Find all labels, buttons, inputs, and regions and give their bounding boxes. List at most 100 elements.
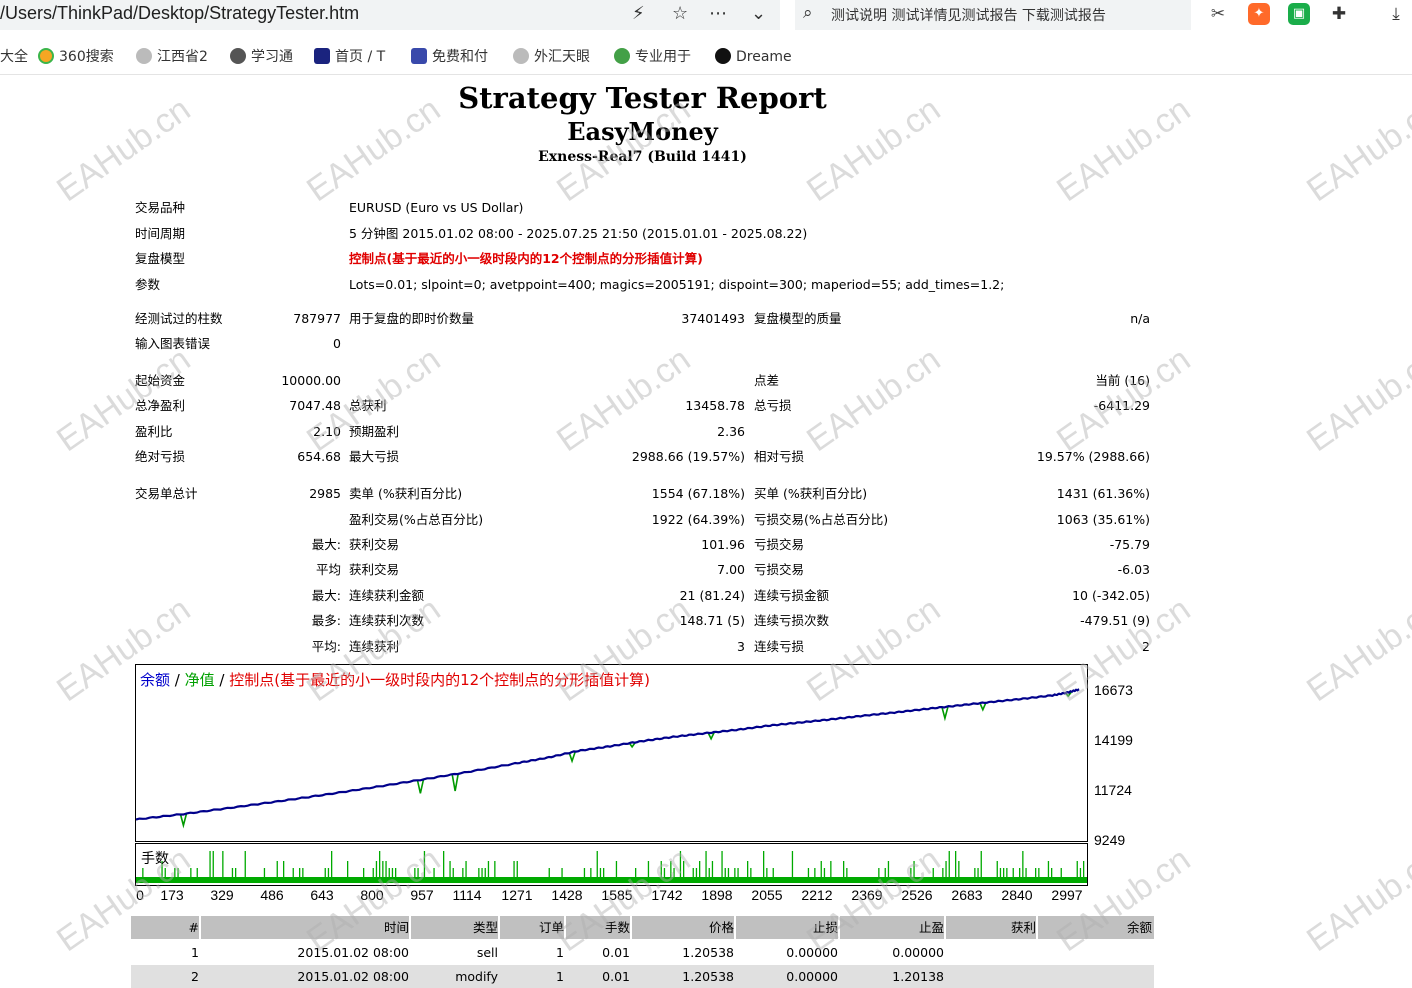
- bookmark-item[interactable]: Dreame: [715, 47, 792, 67]
- x-tick-label: 173: [160, 887, 184, 903]
- abs-drawdown-value: 654.68: [297, 449, 341, 464]
- max-consecutive-loss-value: 10 (-342.05): [1072, 588, 1150, 603]
- search-suggestion: 测试说明 测试详情见测试报告 下载测试报告: [831, 8, 1106, 24]
- more-icon[interactable]: ⋯: [709, 3, 727, 25]
- bookmark-item[interactable]: 首页 / T: [314, 47, 385, 67]
- profit-trades-label: 盈利交易(%占总百分比): [349, 512, 484, 527]
- volume-bar: [955, 851, 957, 877]
- scissors-icon[interactable]: ✂: [1207, 3, 1229, 25]
- bookmark-item[interactable]: 江西省2: [136, 47, 208, 67]
- chevron-down-icon[interactable]: ⌄: [751, 3, 766, 25]
- url-field[interactable]: /Users/ThinkPad/Desktop/StrategyTester.h…: [0, 0, 780, 30]
- avg-consecutive-label: 平均:: [311, 639, 341, 654]
- bookmark-item[interactable]: 360搜索: [38, 47, 114, 67]
- gross-loss-value: -6411.29: [1093, 398, 1150, 413]
- volume-bar: [695, 868, 698, 877]
- bookmark-item[interactable]: 专业用于: [614, 47, 691, 67]
- volume-bar: [481, 868, 483, 877]
- volume-bar: [737, 868, 739, 877]
- volume-bar: [347, 861, 349, 877]
- profit-factor-value: 2.10: [313, 424, 341, 439]
- star-icon[interactable]: ☆: [672, 3, 688, 25]
- volume-bar: [513, 861, 515, 877]
- average-label: 平均: [315, 562, 341, 577]
- bookmark-item[interactable]: 学习通: [230, 47, 293, 67]
- most-consecutive-win-value: 148.71 (5): [679, 613, 745, 628]
- volume-bar: [1003, 868, 1005, 877]
- volume-bar: [763, 851, 765, 877]
- x-tick-label: 2840: [1001, 887, 1033, 903]
- volume-bar: [734, 868, 736, 877]
- bookmark-item[interactable]: 免费和付: [411, 47, 488, 67]
- y-tick-label: 16673: [1094, 682, 1133, 698]
- loss-trades-value: 1063 (35.61%): [1056, 512, 1150, 527]
- lightning-icon[interactable]: ⚡: [632, 3, 645, 25]
- symbol-label: 交易品种: [135, 200, 186, 215]
- bookmark-item[interactable]: 大全: [0, 47, 28, 67]
- table-cell: 0.00000: [892, 945, 944, 960]
- gross-profit-value: 13458.78: [685, 398, 745, 413]
- volume-bar: [231, 868, 234, 877]
- legend-balance: 余额: [140, 671, 171, 689]
- globe-icon: [230, 48, 246, 64]
- volume-bar: [222, 851, 224, 877]
- puzzle-extensions-icon[interactable]: ✚: [1328, 3, 1350, 25]
- download-icon[interactable]: ⤓: [1385, 3, 1407, 25]
- bookmarks-bar: 大全 360搜索 江西省2 学习通 首页 / T 免费和付 外汇天眼 专业用于 …: [0, 40, 1412, 75]
- volume-bar: [615, 861, 618, 877]
- avg-consecutive-win-value: 3: [737, 639, 745, 654]
- bookmark-item[interactable]: 外汇天眼: [513, 47, 590, 67]
- volume-bar: [635, 868, 637, 877]
- bookmark-label: 首页 / T: [335, 49, 386, 65]
- column-separator: [1036, 916, 1038, 939]
- bookmark-label: 学习通: [251, 49, 293, 65]
- volume-bar: [603, 868, 605, 877]
- x-tick-label: 957: [410, 887, 434, 903]
- x-tick-label: 800: [360, 887, 384, 903]
- volume-bar: [478, 868, 480, 877]
- volume-bar: [190, 868, 192, 877]
- watermark-text: EAHub.cn: [1300, 340, 1412, 460]
- net-profit-value: 7047.48: [289, 398, 341, 413]
- volume-bar: [590, 868, 592, 877]
- x-tick-label: 2683: [951, 887, 983, 903]
- expected-payoff-label: 预期盈利: [349, 424, 400, 439]
- profit-trades-value: 1922 (64.39%): [651, 512, 745, 527]
- site-icon: [314, 48, 330, 64]
- volume-bar: [999, 868, 1002, 877]
- x-tick-label: 0: [136, 887, 144, 903]
- average-profit-value: 7.00: [717, 562, 745, 577]
- ticks-value: 37401493: [681, 311, 745, 326]
- params-value: Lots=0.01; slpoint=0; avetppoint=400; ma…: [349, 277, 1005, 292]
- volume-bar: [1051, 868, 1053, 877]
- green-extension-icon[interactable]: ▣: [1288, 3, 1310, 25]
- max-drawdown-value: 2988.66 (19.57%): [631, 449, 745, 464]
- quality-value: n/a: [1130, 311, 1150, 326]
- volume-bar: [372, 868, 374, 877]
- volume-bar: [299, 868, 301, 877]
- volume-bar: [727, 868, 730, 877]
- game-extension-icon[interactable]: ✦: [1248, 3, 1270, 25]
- search-icon: ⌕: [803, 3, 813, 23]
- equity-dip-mark: [179, 813, 188, 829]
- volume-bar: [942, 868, 944, 877]
- profit-factor-label: 盈利比: [135, 424, 173, 439]
- symbol-value: EURUSD (Euro vs US Dollar): [349, 200, 524, 215]
- search-input[interactable]: ⌕ 测试说明 测试详情见测试报告 下载测试报告: [795, 0, 1191, 30]
- volume-bar: [583, 868, 586, 877]
- watermark-text: EAHub.cn: [1300, 590, 1412, 710]
- rel-drawdown-label: 相对亏损: [754, 449, 805, 464]
- table-cell: sell: [476, 945, 498, 960]
- volume-bar: [561, 868, 563, 877]
- volume-bar: [1083, 861, 1085, 877]
- volume-bar: [945, 861, 947, 877]
- volume-bar: [1019, 868, 1021, 877]
- volume-bar: [1035, 868, 1037, 877]
- volume-bar: [977, 868, 979, 877]
- volume-bar: [884, 868, 886, 877]
- volume-bar: [958, 861, 960, 877]
- largest-label: 最大:: [311, 537, 341, 552]
- volume-bar: [244, 851, 246, 877]
- most-consecutive-loss-label: 连续亏损次数: [754, 613, 830, 628]
- x-tick-label: 2526: [901, 887, 933, 903]
